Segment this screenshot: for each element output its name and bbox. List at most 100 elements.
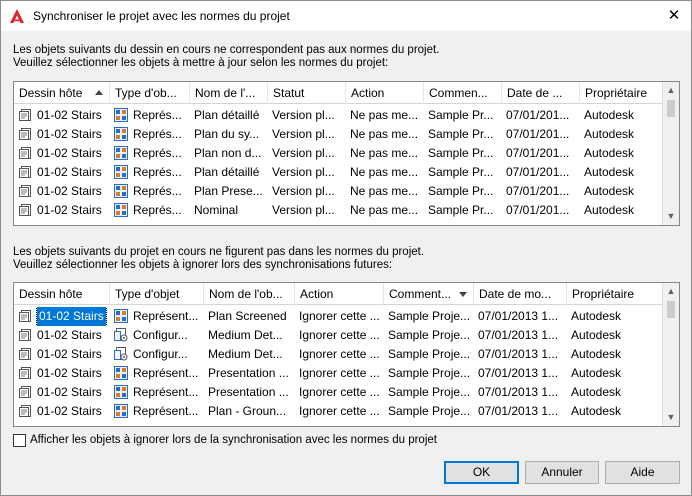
table-cell: 01-02 Stairs [14,106,110,125]
objects-to-ignore-grid[interactable]: Dessin hôte Type d'objet Nom de l'ob... Act… [13,282,680,427]
cell-text: Plan du sy... [194,127,260,141]
nonconforming-objects-grid[interactable]: Dessin hôte Type d'ob... Nom de l'... Statu… [13,81,680,226]
table-row[interactable]: 01-02 Stairs Configur... Medium Det... Igno… [14,326,664,345]
table-cell: 07/01/2013 1... [474,383,567,402]
section2-col-header-2[interactable]: Nom de l'ob... [204,283,295,305]
table-row[interactable]: 01-02 Stairs Représent... Plan - Groun... I… [14,402,664,421]
table-cell: 01-02 Stairs [14,125,110,144]
section2-col-header-5[interactable]: Date de mo... [474,283,567,305]
window-title: Synchroniser le projet avec les normes d… [33,9,290,23]
cell-text: 01-02 Stairs [37,165,102,179]
table-cell: 01-02 Stairs [14,144,110,163]
section2-message: Les objets suivants du projet en cours n… [13,246,424,272]
section1-col-header-0[interactable]: Dessin hôte [14,82,110,104]
display-rep-icon [114,127,128,141]
cell-text: 01-02 Stairs [37,203,102,217]
cell-text: 01-02 Stairs [37,146,102,160]
table-cell: Configur... [110,345,204,364]
table-cell: Représ... [110,125,190,144]
cell-text: Autodesk [584,165,635,179]
show-ignored-label: Afficher les objets à ignorer lors de la… [30,434,437,446]
table-cell: Ignorer cette ... [295,364,384,383]
table-row[interactable]: 01-02 Stairs Représent... Presentation ...… [14,364,664,383]
table-row[interactable]: 01-02 Stairs Représ... Plan détaillé Versio… [14,163,664,182]
display-rep-icon [114,385,128,399]
section1-col-header-2[interactable]: Nom de l'... [190,82,268,104]
ok-button[interactable]: OK [444,461,519,484]
table-cell: Autodesk [580,201,664,220]
section1-col-header-7[interactable]: Propriétaire [580,82,664,104]
grid2-vertical-scrollbar[interactable]: ▲ ▼ [662,283,679,426]
scroll-up-icon[interactable]: ▲ [663,283,679,300]
close-icon[interactable]: ✕ [663,5,685,27]
section1-col-header-5[interactable]: Commen... [424,82,502,104]
table-cell: Ignorer cette ... [295,345,384,364]
grid1-header: Dessin hôte Type d'ob... Nom de l'... Statu… [14,82,664,104]
scroll-up-icon[interactable]: ▲ [663,82,679,99]
table-row[interactable]: 01-02 Stairs Représ... Plan Prese... Versio… [14,182,664,201]
cell-text: Presentation ... [208,366,289,380]
table-row[interactable]: 01-02 Stairs Représ... Plan non d... Versio… [14,144,664,163]
cell-text: Nominal [194,203,239,217]
scroll-down-icon[interactable]: ▼ [663,409,679,426]
table-cell: Presentation ... [204,383,295,402]
grid1-scroll-thumb[interactable] [667,100,675,117]
table-row[interactable]: 01-02 Stairs Représent... Presentation ...… [14,383,664,402]
table-cell: Autodesk [567,383,664,402]
cell-text: Ne pas me... [350,108,419,122]
cell-text: 07/01/2013 1... [478,347,559,361]
section2-col-header-1[interactable]: Type d'objet [110,283,204,305]
table-cell: 07/01/201... [502,182,580,201]
table-cell: 07/01/2013 1... [474,402,567,421]
table-row[interactable]: 01-02 Stairs Représent... Plan Screened Ign… [14,307,664,326]
cell-text: 07/01/201... [506,127,570,141]
table-row[interactable]: 01-02 Stairs Représ... Nominal Version pl..… [14,201,664,220]
section1-col-header-6[interactable]: Date de ... [502,82,580,104]
cell-text: Ne pas me... [350,184,419,198]
section2-col-header-0[interactable]: Dessin hôte [14,283,110,305]
display-config-icon [114,347,128,361]
cell-text: Autodesk [584,108,635,122]
drawing-icon [18,328,32,342]
cell-text: 07/01/2013 1... [478,404,559,418]
table-row[interactable]: 01-02 Stairs Configur... Medium Det... Igno… [14,345,664,364]
table-cell: Medium Det... [204,326,295,345]
section1-col-header-4[interactable]: Action [346,82,424,104]
display-rep-icon [114,165,128,179]
table-cell: Sample Proje... [384,326,474,345]
cell-text: Sample Proje... [388,328,471,342]
table-cell: 01-02 Stairs [14,182,110,201]
table-cell: 01-02 Stairs [14,307,110,326]
table-row[interactable]: 01-02 Stairs Représ... Plan détaillé Versio… [14,106,664,125]
table-row[interactable]: 01-02 Stairs Représ... Plan du sy... Versio… [14,125,664,144]
scroll-down-icon[interactable]: ▼ [663,208,679,225]
cell-text: Autodesk [584,146,635,160]
section2-col-header-6[interactable]: Propriétaire [567,283,664,305]
section1-col-header-1[interactable]: Type d'ob... [110,82,190,104]
cell-text: Presentation ... [208,385,289,399]
table-cell: 07/01/201... [502,201,580,220]
show-ignored-checkbox[interactable] [13,434,26,447]
table-cell: Sample Proje... [384,402,474,421]
cell-text: Ignorer cette ... [299,347,380,361]
cell-text: 01-02 Stairs [37,328,102,342]
section1-col-header-3[interactable]: Statut [268,82,346,104]
cancel-button[interactable]: Annuler [525,461,599,484]
help-button[interactable]: Aide [605,461,680,484]
section2-col-header-3[interactable]: Action [295,283,384,305]
cell-text: 01-02 Stairs [37,347,102,361]
grid1-vertical-scrollbar[interactable]: ▲ ▼ [662,82,679,225]
table-cell: Autodesk [580,163,664,182]
table-cell: Représ... [110,144,190,163]
cell-text: 01-02 Stairs [37,385,102,399]
table-cell: Plan non d... [190,144,268,163]
grid2-scroll-thumb[interactable] [667,301,675,318]
cell-text: 07/01/201... [506,108,570,122]
cell-text: Autodesk [571,328,622,342]
table-cell: Presentation ... [204,364,295,383]
cell-text: 01-02 Stairs [37,127,102,141]
cell-text: Ne pas me... [350,146,419,160]
section2-col-header-4[interactable]: Comment... [384,283,474,305]
cell-text: 01-02 Stairs [37,108,102,122]
table-cell: Ne pas me... [346,201,424,220]
